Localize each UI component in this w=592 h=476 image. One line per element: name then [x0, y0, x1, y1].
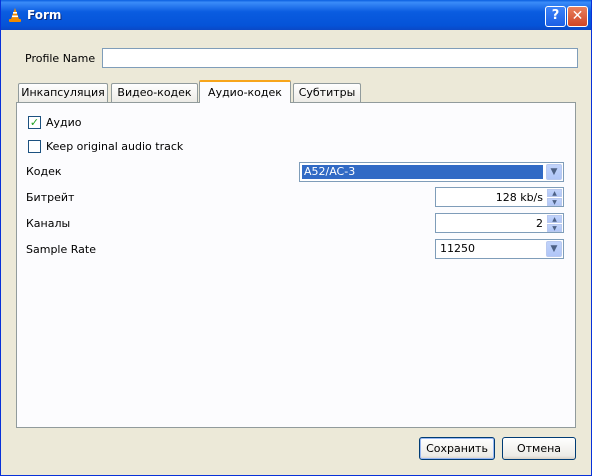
close-icon: ✕ — [571, 8, 584, 24]
sample-rate-value: 11250 — [440, 242, 475, 255]
spin-up-icon[interactable]: ▲ — [547, 215, 562, 223]
tab-audio-codec[interactable]: Аудио-кодек — [199, 80, 291, 103]
codec-label: Кодек — [26, 165, 62, 178]
title-bar[interactable]: Form ? ✕ — [1, 0, 591, 30]
keep-original-audio-checkbox[interactable] — [28, 140, 41, 153]
tab-encapsulation[interactable]: Инкапсуляция — [18, 83, 108, 102]
spin-down-icon[interactable]: ▼ — [547, 224, 562, 232]
profile-name-input[interactable] — [102, 48, 578, 68]
chevron-down-icon[interactable]: ▼ — [546, 164, 562, 180]
save-button[interactable]: Сохранить — [419, 437, 495, 460]
vlc-cone-icon — [9, 8, 21, 22]
audio-enable-checkbox[interactable]: ✓ — [28, 116, 41, 129]
bitrate-label: Битрейт — [26, 191, 75, 204]
spin-up-icon[interactable]: ▲ — [547, 189, 562, 197]
codec-select[interactable]: A52/AC-3 ▼ — [299, 162, 564, 182]
tab-subtitles[interactable]: Субтитры — [293, 83, 361, 102]
sample-rate-select[interactable]: 11250 ▼ — [435, 239, 564, 259]
channels-label: Каналы — [26, 217, 71, 230]
help-button[interactable]: ? — [545, 6, 566, 27]
sample-rate-label: Sample Rate — [26, 243, 96, 256]
bitrate-value: 128 kb/s — [495, 191, 543, 204]
codec-value: A52/AC-3 — [302, 165, 543, 179]
checkmark-icon: ✓ — [29, 116, 40, 129]
keep-original-audio-label: Keep original audio track — [46, 140, 184, 153]
channels-value: 2 — [536, 217, 543, 230]
close-button[interactable]: ✕ — [567, 6, 588, 27]
spin-down-icon[interactable]: ▼ — [547, 198, 562, 206]
channels-spinbox[interactable]: 2 ▲ ▼ — [435, 213, 564, 233]
audio-enable-label: Аудио — [46, 116, 82, 129]
tab-video-codec[interactable]: Видео-кодек — [111, 83, 198, 102]
bitrate-spinbox[interactable]: 128 kb/s ▲ ▼ — [435, 187, 564, 207]
chevron-down-icon[interactable]: ▼ — [546, 241, 562, 257]
window-title: Form — [27, 8, 62, 22]
help-icon: ? — [551, 8, 560, 23]
cancel-button[interactable]: Отмена — [502, 437, 576, 460]
profile-name-label: Profile Name — [25, 52, 96, 65]
dialog-window: Form ? ✕ Profile Name Инкапсуляция Видео… — [0, 0, 592, 476]
